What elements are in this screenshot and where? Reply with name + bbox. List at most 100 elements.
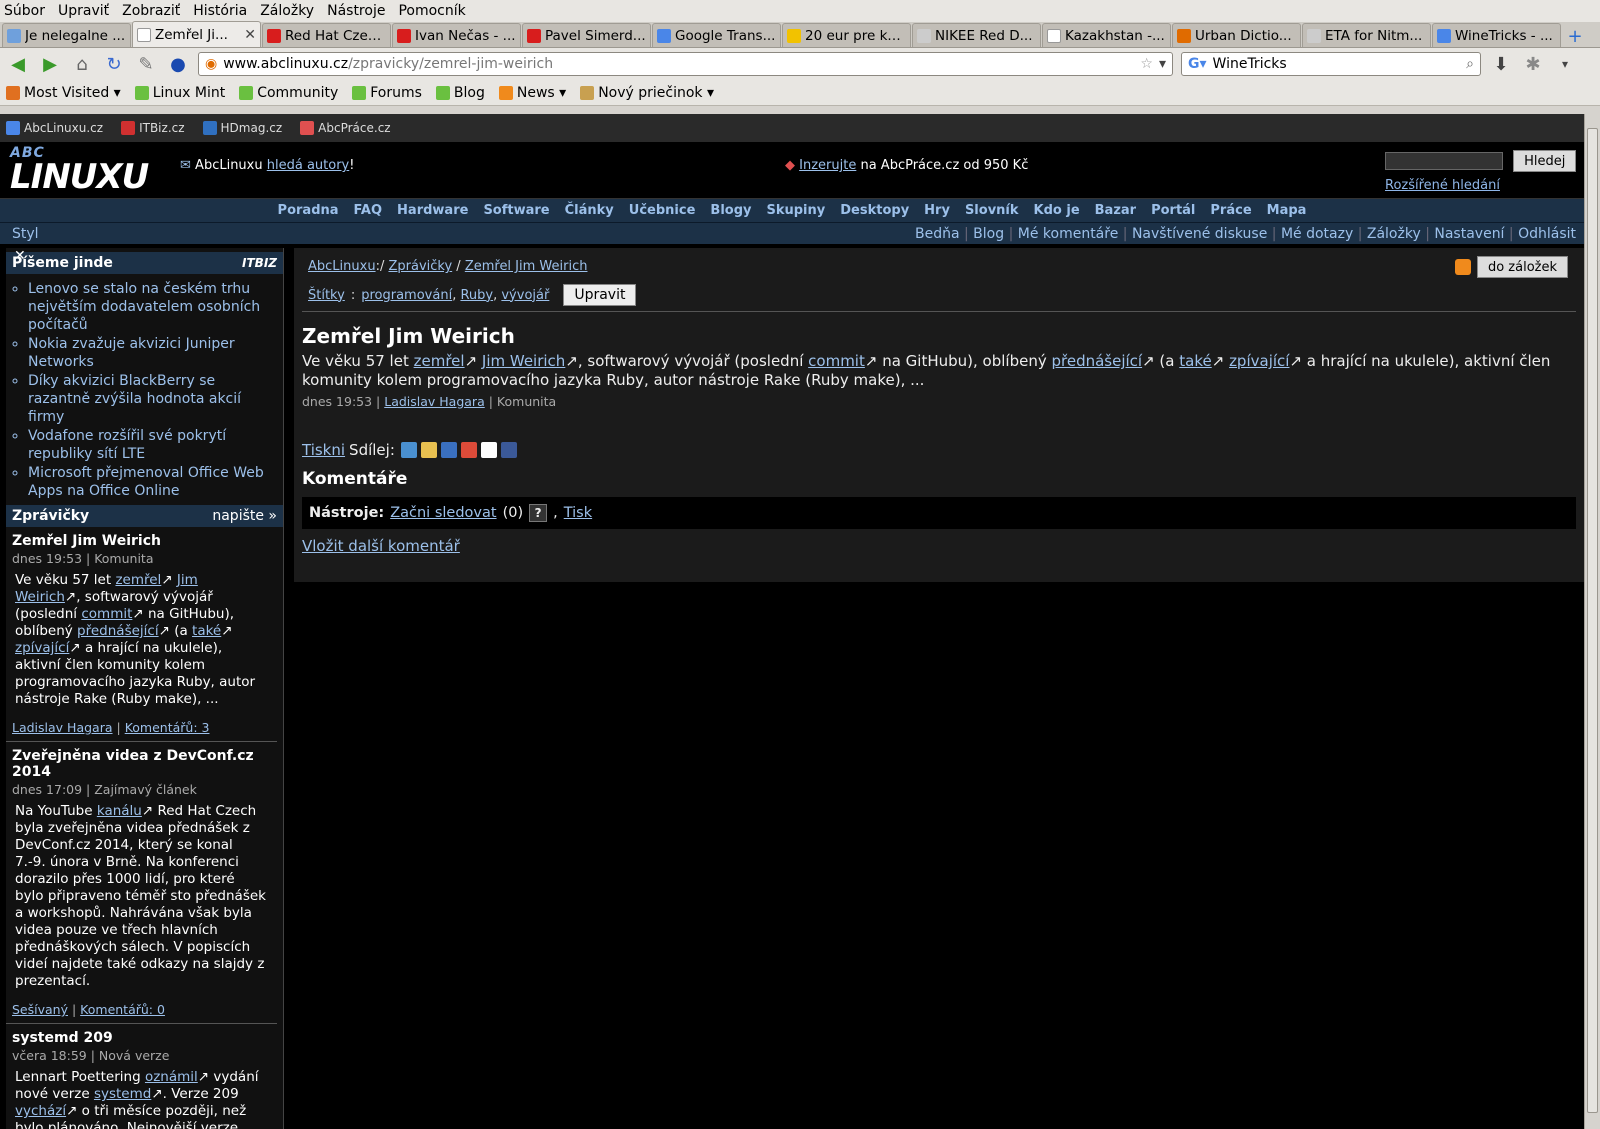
nav-item-0[interactable]: Poradna (278, 203, 339, 218)
facebook-icon[interactable] (500, 442, 517, 458)
inline-link[interactable]: vychází (15, 1103, 66, 1119)
jagg-icon[interactable] (420, 442, 437, 458)
menu-1[interactable]: Upraviť (58, 3, 109, 19)
bookmark-6[interactable]: Nový priečinok ▾ (580, 85, 714, 101)
tag-link[interactable]: Ruby (460, 288, 493, 303)
print-link[interactable]: Tiskni (302, 441, 345, 459)
menu-0[interactable]: Súbor (4, 3, 45, 19)
menu-3[interactable]: História (193, 3, 247, 19)
inline-link[interactable]: systemd (94, 1086, 151, 1102)
bookmark-0[interactable]: Most Visited ▾ (6, 85, 121, 101)
user-link-5[interactable]: Záložky (1367, 226, 1421, 242)
browser-tab-10[interactable]: ETA for Nitm... (1302, 23, 1431, 47)
network-site-2[interactable]: HDmag.cz (202, 121, 282, 135)
news-item-title[interactable]: Zemřel Jim Weirich (12, 533, 267, 549)
browser-tab-3[interactable]: Ivan Nečas - ... (392, 23, 521, 47)
url-dropdown-icon[interactable]: ▾ (1159, 56, 1166, 72)
tab-close-icon[interactable]: ✕ (244, 27, 256, 43)
nav-item-6[interactable]: Blogy (710, 203, 751, 218)
menu-6[interactable]: Pomocník (398, 3, 465, 19)
news-title[interactable]: Zprávičky (12, 508, 89, 524)
vertical-scrollbar[interactable] (1584, 114, 1600, 1129)
topclanky-icon[interactable] (440, 442, 457, 458)
news-comments-link[interactable]: Komentářů: 0 (80, 1002, 165, 1017)
browser-tab-6[interactable]: 20 eur pre ka... (782, 23, 911, 47)
user-link-0[interactable]: Bedňa (915, 226, 960, 242)
nav-item-3[interactable]: Software (483, 203, 549, 218)
browser-tab-4[interactable]: Pavel Simerd... (522, 23, 651, 47)
nav-item-5[interactable]: Učebnice (629, 203, 696, 218)
search-input[interactable]: WineTricks (1213, 56, 1461, 72)
nav-item-12[interactable]: Bazar (1095, 203, 1136, 218)
inline-link[interactable]: zemřel (414, 352, 465, 370)
browser-tab-5[interactable]: Google Trans... (652, 23, 781, 47)
menu-4[interactable]: Záložky (260, 3, 314, 19)
inline-link[interactable]: také (192, 623, 221, 639)
browser-tab-2[interactable]: Red Hat Czec... (262, 23, 391, 47)
article-author-link[interactable]: Ladislav Hagara (384, 394, 485, 409)
abclinuxu-logo[interactable]: ABC LINUXU (10, 146, 149, 194)
nav-item-8[interactable]: Desktopy (840, 203, 909, 218)
nav-item-10[interactable]: Slovník (965, 203, 1019, 218)
bookmark-star-icon[interactable]: ☆ (1140, 56, 1153, 72)
google-engine-icon[interactable]: G▾ (1188, 56, 1207, 72)
help-button[interactable]: ? (529, 504, 548, 522)
style-link[interactable]: Styl (12, 226, 39, 242)
user-link-2[interactable]: Mé komentáře (1018, 226, 1119, 242)
advanced-search-link[interactable]: Rozšířené hledání (1385, 178, 1576, 193)
scrollbar-thumb[interactable] (1587, 128, 1598, 1113)
browser-tab-7[interactable]: NIKEE Red D... (912, 23, 1041, 47)
magnifier-icon[interactable]: ⌕ (1466, 56, 1474, 72)
news-item-title[interactable]: Zveřejněna videa z DevConf.cz 2014 (12, 748, 267, 780)
nav-item-11[interactable]: Kdo je (1034, 203, 1080, 218)
user-link-3[interactable]: Navštívené diskuse (1132, 226, 1267, 242)
add-comment-link[interactable]: Vložit další komentář (302, 537, 460, 555)
download-icon[interactable]: ⬇ (1489, 52, 1513, 76)
sync-icon[interactable]: ● (166, 52, 190, 76)
linkuj-icon[interactable] (400, 442, 417, 458)
news-author-link[interactable]: Ladislav Hagara (12, 720, 113, 735)
rss-icon[interactable] (1454, 259, 1471, 275)
news-author-link[interactable]: Sešívaný (12, 1002, 68, 1017)
elsewhere-item[interactable]: Vodafone rozšířil své pokrytí republiky … (28, 427, 277, 463)
google-icon[interactable] (460, 442, 477, 458)
network-site-0[interactable]: AbcLinuxu.cz (6, 121, 103, 135)
print-comments-link[interactable]: Tisk (564, 505, 592, 521)
site-identity-icon[interactable]: ◉ (205, 56, 217, 72)
tag-link[interactable]: programování (361, 288, 452, 303)
follow-link[interactable]: Začni sledovat (390, 505, 496, 521)
news-comments-link[interactable]: Komentářů: 3 (125, 720, 210, 735)
nav-item-7[interactable]: Skupiny (766, 203, 825, 218)
browser-tab-9[interactable]: Urban Dictio... (1172, 23, 1301, 47)
delicious-icon[interactable] (480, 442, 497, 458)
elsewhere-item[interactable]: Microsoft přejmenoval Office Web Apps na… (28, 464, 277, 500)
elsewhere-item[interactable]: Díky akvizici BlackBerry se razantně zvý… (28, 372, 277, 426)
user-link-7[interactable]: Odhlásit (1518, 226, 1576, 242)
advertise-link[interactable]: Inzerujte (799, 158, 856, 173)
news-item-title[interactable]: systemd 209 (12, 1030, 267, 1046)
add-bookmark-button[interactable]: do záložek (1476, 256, 1568, 278)
network-site-1[interactable]: ITBiz.cz (121, 121, 185, 135)
tag-link[interactable]: vývojář (501, 288, 549, 303)
browser-tab-0[interactable]: Je nelegalne ... (2, 23, 131, 47)
nav-item-14[interactable]: Práce (1210, 203, 1251, 218)
inline-link[interactable]: Jim Weirich (482, 352, 565, 370)
menu-2[interactable]: Zobraziť (122, 3, 180, 19)
bookmark-2[interactable]: Community (239, 85, 338, 101)
authors-link[interactable]: hledá autory (267, 158, 350, 173)
inline-link[interactable]: přednášející (1051, 352, 1142, 370)
sidebar-close-icon[interactable]: ✕ (14, 248, 26, 264)
nav-item-13[interactable]: Portál (1151, 203, 1195, 218)
addon-icon[interactable]: ✎ (134, 52, 158, 76)
inline-link[interactable]: Jim Weirich (15, 572, 198, 605)
forward-icon[interactable]: ▶ (38, 52, 62, 76)
browser-tab-1[interactable]: Zemřel Ji... ✕ (132, 21, 261, 47)
browser-tab-8[interactable]: Kazakhstan -... (1042, 23, 1171, 47)
nav-item-4[interactable]: Články (565, 203, 614, 218)
user-link-6[interactable]: Nastavení (1434, 226, 1504, 242)
inline-link[interactable]: commit (808, 352, 865, 370)
home-icon[interactable]: ⌂ (70, 52, 94, 76)
inline-link[interactable]: commit (81, 606, 132, 622)
nav-item-9[interactable]: Hry (924, 203, 950, 218)
search-bar[interactable]: G▾ WineTricks ⌕ (1181, 52, 1481, 76)
